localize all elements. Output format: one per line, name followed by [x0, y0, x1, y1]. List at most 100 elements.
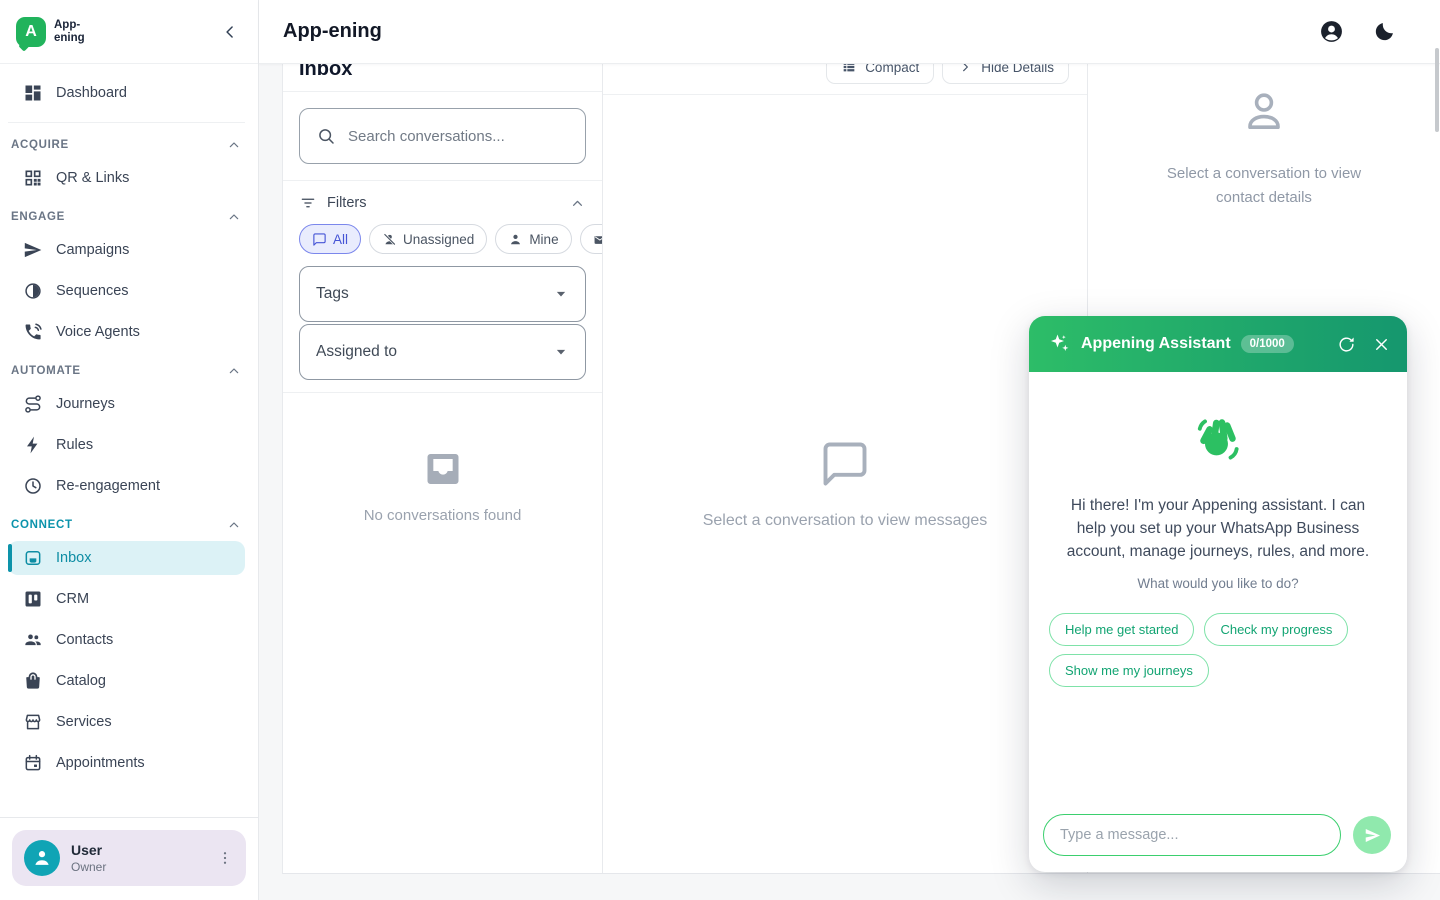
chevron-up-icon [226, 517, 242, 533]
chat-icon [312, 232, 327, 247]
more-vertical-icon[interactable] [216, 849, 234, 867]
assistant-title: Appening Assistant [1081, 335, 1231, 353]
search-box [299, 108, 586, 164]
send-button[interactable] [1353, 816, 1391, 854]
messages-empty-state: Select a conversation to view messages [603, 95, 1087, 873]
chevron-down-icon [551, 342, 571, 362]
section-header-acquire[interactable]: ACQUIRE [11, 137, 242, 153]
filter-chip-unassigned[interactable]: Unassigned [369, 224, 487, 254]
sidebar-item-label: Dashboard [56, 85, 127, 101]
section-header-automate[interactable]: AUTOMATE [11, 363, 242, 379]
sidebar-item-label: Inbox [56, 550, 91, 566]
details-empty-state: Select a conversation to view contact de… [1088, 64, 1440, 210]
shopping-bag-icon [23, 671, 43, 691]
account-button[interactable] [1319, 19, 1344, 44]
search-input[interactable] [348, 128, 569, 145]
user-card[interactable]: User Owner [12, 830, 246, 886]
close-icon[interactable] [1372, 335, 1391, 354]
mail-unread-icon [593, 232, 602, 247]
sidebar-item-label: Re-engagement [56, 478, 160, 494]
sidebar-item-label: Catalog [56, 673, 106, 689]
sidebar-item-journeys[interactable]: Journeys [8, 387, 245, 421]
dark-mode-toggle[interactable] [1372, 20, 1396, 44]
filter-chip-all[interactable]: All [299, 224, 361, 254]
send-plane-icon [1363, 826, 1382, 845]
filter-chip-unread[interactable]: Unread [580, 224, 602, 254]
sidebar-nav: Dashboard ACQUIRE QR & Links ENGAGE Camp… [0, 64, 258, 817]
quick-reply-show-journeys[interactable]: Show me my journeys [1049, 654, 1209, 687]
compact-button[interactable]: Compact [826, 64, 934, 84]
section-label: CONNECT [11, 519, 73, 531]
person-icon [31, 847, 53, 869]
lightning-bolt-icon [23, 435, 43, 455]
inbox-empty-text: No conversations found [364, 507, 522, 524]
header-actions [1319, 19, 1396, 44]
sidebar-item-crm[interactable]: CRM [8, 582, 245, 616]
page-scrollbar-thumb[interactable] [1435, 48, 1439, 132]
people-icon [23, 630, 43, 650]
brand-line-2: ening [54, 32, 85, 45]
inbox-icon [23, 548, 43, 568]
hide-details-button[interactable]: Hide Details [942, 64, 1069, 84]
person-icon [508, 232, 523, 247]
filter-chip-mine[interactable]: Mine [495, 224, 571, 254]
tags-select[interactable]: Tags [299, 266, 586, 322]
sidebar-item-services[interactable]: Services [8, 705, 245, 739]
sparkles-icon [1047, 332, 1071, 356]
chevron-up-icon [569, 195, 586, 212]
brand-line-1: App- [54, 19, 85, 32]
section-header-connect[interactable]: CONNECT [11, 517, 242, 533]
chevron-right-icon [957, 64, 973, 75]
filter-chips: All Unassigned Mine Unread [283, 222, 602, 266]
top-header: App-ening [259, 0, 1440, 64]
sidebar-item-inbox[interactable]: Inbox [8, 541, 245, 575]
logo-letter: A [25, 23, 37, 41]
sidebar-item-dashboard[interactable]: Dashboard [8, 76, 245, 110]
sidebar-item-sequences[interactable]: Sequences [8, 274, 245, 308]
assistant-body: Hi there! I'm your Appening assistant. I… [1029, 372, 1407, 802]
person-slash-icon [382, 232, 397, 247]
waving-hand-icon [1192, 414, 1244, 466]
kanban-board-icon [23, 589, 43, 609]
section-label: ACQUIRE [11, 139, 69, 151]
section-header-engage[interactable]: ENGAGE [11, 209, 242, 225]
quick-reply-get-started[interactable]: Help me get started [1049, 613, 1194, 646]
quick-reply-check-progress[interactable]: Check my progress [1204, 613, 1348, 646]
sidebar-item-campaigns[interactable]: Campaigns [8, 233, 245, 267]
sidebar-item-label: Appointments [56, 755, 145, 771]
assistant-widget: Appening Assistant 0/1000 Hi there! I'm … [1029, 316, 1407, 872]
sidebar-item-appointments[interactable]: Appointments [8, 746, 245, 780]
details-empty-text: Select a conversation to view contact de… [1144, 162, 1384, 210]
search-icon [316, 126, 336, 146]
sidebar-item-label: Services [56, 714, 112, 730]
assistant-footer [1029, 802, 1407, 872]
assigned-to-select[interactable]: Assigned to [299, 324, 586, 380]
inbox-panel-header: Inbox [283, 64, 602, 92]
logo-icon: A [16, 17, 46, 47]
sidebar-item-re-engagement[interactable]: Re-engagement [8, 469, 245, 503]
hide-details-label: Hide Details [981, 64, 1054, 75]
brand-wordmark: App- ening [54, 19, 85, 44]
chip-label: All [333, 232, 348, 247]
compact-label: Compact [865, 64, 919, 75]
send-icon [23, 240, 43, 260]
page-title: App-ening [283, 20, 382, 43]
calendar-icon [23, 753, 43, 773]
moon-icon [1372, 20, 1396, 44]
sidebar-collapse-button[interactable] [218, 20, 242, 44]
sidebar-item-rules[interactable]: Rules [8, 428, 245, 462]
sidebar-item-contacts[interactable]: Contacts [8, 623, 245, 657]
person-outline-icon [1240, 88, 1288, 136]
sidebar-item-catalog[interactable]: Catalog [8, 664, 245, 698]
user-role: Owner [71, 860, 205, 874]
filters-header[interactable]: Filters [283, 181, 602, 222]
sidebar-item-label: QR & Links [56, 170, 129, 186]
assistant-greeting: Hi there! I'm your Appening assistant. I… [1029, 494, 1407, 563]
sidebar-item-voice-agents[interactable]: Voice Agents [8, 315, 245, 349]
sidebar-item-qr-links[interactable]: QR & Links [8, 161, 245, 195]
message-bubble-icon [819, 438, 871, 490]
inbox-panel: Inbox Filters [283, 64, 603, 873]
sidebar-item-label: Contacts [56, 632, 113, 648]
refresh-icon[interactable] [1337, 335, 1356, 354]
assistant-message-input[interactable] [1043, 814, 1341, 856]
